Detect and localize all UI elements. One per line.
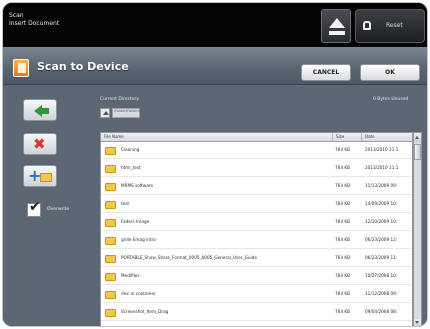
scan-device-icon <box>13 59 29 77</box>
file-date: 11/12/2008 09: <box>365 291 398 296</box>
delete-x-icon: ✖ <box>33 135 46 153</box>
file-date: 2013/2010 11:1 <box>365 147 399 152</box>
table-row[interactable]: disc in container 764 KB 11/12/2008 09: <box>101 286 412 303</box>
table-row[interactable]: Cleaning 764 KB 2013/2010 11:1 <box>101 142 412 159</box>
file-size: 764 KB <box>335 165 350 170</box>
file-date: 06/23/2009 12: <box>365 237 398 242</box>
folder-icon <box>40 173 52 182</box>
ok-button[interactable]: OK <box>360 64 420 81</box>
folder-icon <box>105 291 116 299</box>
folder-icon <box>105 165 116 173</box>
file-name: PORTABLE_Show_Share_Format_0005_0005_Gen… <box>121 255 257 260</box>
file-name: Faders Image <box>121 219 150 224</box>
file-date: 14/09/2009 10: <box>365 201 398 206</box>
folder-icon <box>105 255 116 263</box>
dialog-title-bar: Scan to Device CANCEL OK <box>3 47 427 85</box>
current-directory-path: \Folder\Folder2 <box>112 108 140 118</box>
file-name: Cleaning <box>121 147 140 152</box>
scroll-up-icon[interactable] <box>414 133 421 142</box>
file-name: Screenshot_Item_Drag <box>121 309 169 314</box>
eject-button[interactable] <box>321 9 351 43</box>
vertical-scrollbar[interactable] <box>413 132 422 326</box>
back-button[interactable] <box>23 99 57 121</box>
reset-button[interactable]: Reset <box>355 9 425 43</box>
scroll-down-icon[interactable] <box>414 319 421 326</box>
file-size: 764 KB <box>335 273 350 278</box>
table-row[interactable]: Screenshot_Item_Drag 764 KB 09/04/2008 08: <box>101 304 412 321</box>
content-area: ✖ + ✔ Overwrite Current Directory \Folde… <box>3 85 427 326</box>
file-size: 764 KB <box>335 219 350 224</box>
column-header-name[interactable]: File Name <box>101 133 333 141</box>
file-date: 09/04/2008 08: <box>365 309 398 314</box>
reset-label: Reset <box>386 22 403 29</box>
file-date: 10/27/2008 10: <box>365 273 398 278</box>
delete-button[interactable]: ✖ <box>23 133 57 155</box>
overwrite-checkbox[interactable]: ✔ <box>27 199 41 217</box>
folder-icon <box>105 183 116 191</box>
checkmark-icon: ✔ <box>29 199 41 215</box>
file-name: MRMS software <box>121 183 154 188</box>
up-folder-icon[interactable] <box>100 108 110 118</box>
column-header-size[interactable]: Size <box>333 133 362 141</box>
cancel-button[interactable]: CANCEL <box>301 64 351 81</box>
table-row[interactable]: Faders Image 764 KB 12/10/2009 10: <box>101 214 412 231</box>
file-name: disc in container <box>121 291 156 296</box>
file-size: 764 KB <box>335 201 350 206</box>
table-row[interactable]: html_test 764 KB 2013/2010 11:1 <box>101 160 412 177</box>
folder-icon <box>105 273 116 281</box>
file-table: File Name Size Date Cleaning 764 KB 2013/2… <box>100 132 413 326</box>
file-size: 764 KB <box>335 183 350 188</box>
file-name: test <box>121 201 130 206</box>
file-size: 764 KB <box>335 147 350 152</box>
file-date: 2013/2010 11:1 <box>365 165 399 170</box>
file-name: html_test <box>121 165 141 170</box>
current-directory-label: Current Directory <box>100 97 140 102</box>
file-name: Medifiles <box>121 273 140 278</box>
folder-icon <box>105 309 116 317</box>
table-row[interactable]: grille Emag intro 764 KB 06/23/2009 12: <box>101 232 412 249</box>
free-space-text: 0 Bytes Unused <box>373 97 409 102</box>
folder-icon <box>105 201 116 209</box>
new-folder-button[interactable]: + <box>23 165 57 187</box>
table-row[interactable]: Medifiles 764 KB 10/27/2008 10: <box>101 268 412 285</box>
file-name: grille Emag intro <box>121 237 156 242</box>
table-row[interactable]: PORTABLE_Show_Share_Format_0005_0005_Gen… <box>101 250 412 267</box>
file-date: 11/13/2009 09: <box>365 183 398 188</box>
eject-icon <box>329 18 345 28</box>
file-date: 06/23/2009 11: <box>365 255 398 260</box>
file-size: 764 KB <box>335 255 350 260</box>
device-frame: Scan Insert Document Reset Scan to Devic… <box>2 2 428 327</box>
file-date: 12/10/2009 10: <box>365 219 398 224</box>
table-row[interactable]: test 764 KB 14/09/2009 10: <box>101 196 412 213</box>
folder-icon <box>105 219 116 227</box>
status-bar: Scan Insert Document Reset <box>3 3 427 47</box>
folder-icon <box>105 237 116 245</box>
lock-icon <box>363 21 371 30</box>
status-line-1: Scan <box>9 12 24 19</box>
overwrite-label: Overwrite <box>47 207 70 212</box>
table-header: File Name Size Date <box>101 133 412 142</box>
status-line-2: Insert Document <box>9 20 60 27</box>
folder-icon <box>105 147 116 155</box>
file-size: 764 KB <box>335 309 350 314</box>
dialog-title: Scan to Device <box>37 60 129 73</box>
file-size: 764 KB <box>335 291 350 296</box>
table-row[interactable]: MRMS software 764 KB 11/13/2009 09: <box>101 178 412 195</box>
file-size: 764 KB <box>335 237 350 242</box>
scroll-thumb[interactable] <box>414 144 421 160</box>
column-header-date[interactable]: Date <box>362 133 412 141</box>
